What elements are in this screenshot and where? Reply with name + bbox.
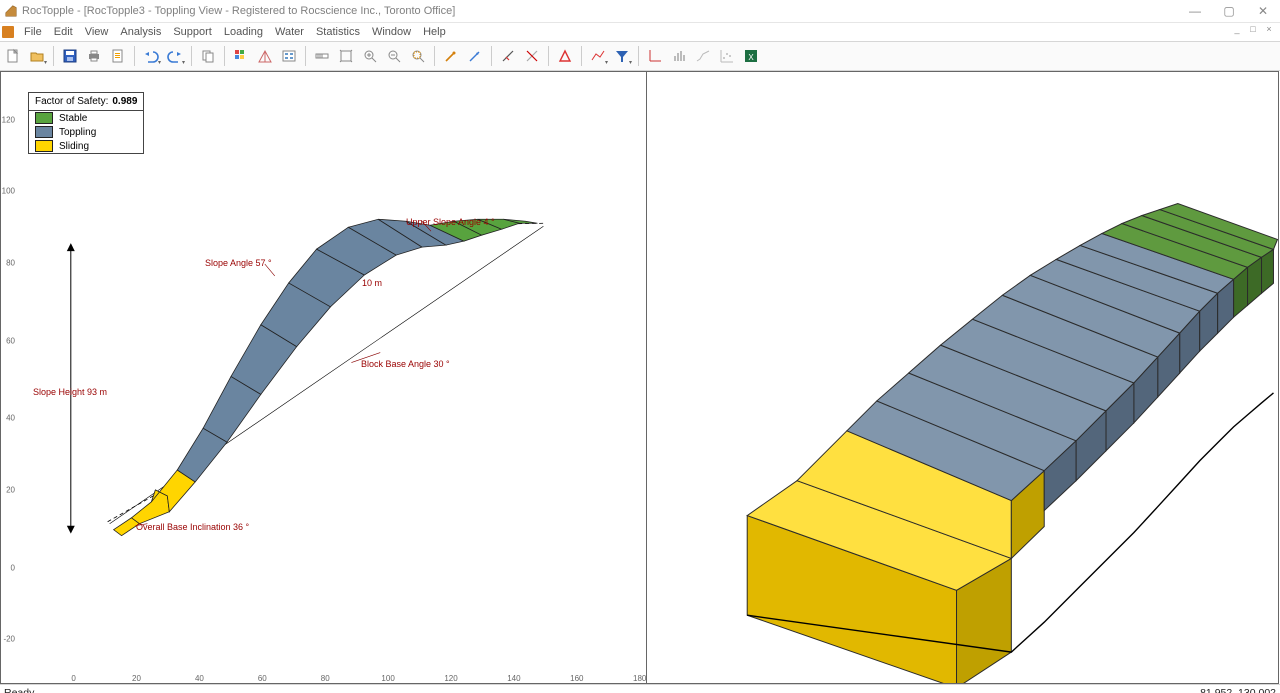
ytick: 120 [2, 115, 15, 124]
ytick: -20 [3, 635, 15, 644]
ytick: 40 [6, 414, 15, 423]
window-title: RocTopple - [RocTopple3 - Toppling View … [22, 5, 455, 17]
annot-base-angle: Block Base Angle 30 ° [361, 359, 450, 369]
toolbar-force[interactable] [464, 45, 486, 67]
xtick: 40 [195, 674, 204, 683]
status-ready: Ready [4, 687, 34, 693]
toolbar-redo[interactable] [164, 45, 186, 67]
xtick: 80 [321, 674, 330, 683]
legend-toppling: Toppling [59, 127, 96, 138]
xtick: 160 [570, 674, 583, 683]
toolbar-axes[interactable] [644, 45, 666, 67]
annot-slope-height: Slope Height 93 m [33, 387, 107, 397]
toolbar-zoom-all[interactable] [335, 45, 357, 67]
ytick: 80 [6, 259, 15, 268]
menu-loading[interactable]: Loading [218, 26, 269, 38]
toolbar-input-data[interactable] [278, 45, 300, 67]
xtick: 0 [71, 674, 75, 683]
menu-bar: File Edit View Analysis Support Loading … [0, 23, 1280, 41]
workspace: Factor of Safety: 0.989 Stable Toppling … [0, 71, 1280, 684]
axis-y: 120 100 80 60 40 20 0 -20 [1, 72, 17, 669]
toolbar-zoom-window[interactable] [407, 45, 429, 67]
minimize-button[interactable]: — [1178, 0, 1212, 22]
xtick: 20 [132, 674, 141, 683]
title-bar: RocTopple - [RocTopple3 - Toppling View … [0, 0, 1280, 23]
toolbar-support[interactable] [440, 45, 462, 67]
legend-stable: Stable [59, 113, 87, 124]
toolbar-ruler[interactable] [311, 45, 333, 67]
toolbar-grid-settings[interactable] [230, 45, 252, 67]
toolbar-report[interactable] [107, 45, 129, 67]
window-controls: — ▢ ✕ [1178, 0, 1280, 22]
toolbar-zoom-in[interactable] [359, 45, 381, 67]
menu-view[interactable]: View [79, 26, 115, 38]
menu-statistics[interactable]: Statistics [310, 26, 366, 38]
app-icon [4, 4, 18, 18]
ytick: 60 [6, 336, 15, 345]
app-menu-icon [2, 26, 14, 38]
legend-sliding: Sliding [59, 141, 89, 152]
xtick: 140 [507, 674, 520, 683]
annot-overall-incl: Overall Base Inclination 36 ° [136, 522, 249, 532]
toolbar-project-settings[interactable] [254, 45, 276, 67]
toolbar-bolt-add[interactable] [497, 45, 519, 67]
fos-label: Factor of Safety: [35, 96, 108, 107]
close-button[interactable]: ✕ [1246, 0, 1280, 22]
toolbar-sensitivity[interactable] [587, 45, 609, 67]
toolbar-undo[interactable] [140, 45, 162, 67]
svg-text:X: X [748, 53, 754, 62]
ytick: 20 [6, 485, 15, 494]
toppling-2d-graphic [17, 72, 646, 669]
xtick: 120 [444, 674, 457, 683]
toolbar-cumulative[interactable] [692, 45, 714, 67]
main-toolbar: X [0, 41, 1280, 71]
annot-spacing: 10 m [362, 278, 382, 288]
menu-window[interactable]: Window [366, 26, 417, 38]
maximize-button[interactable]: ▢ [1212, 0, 1246, 22]
toolbar-zoom-out[interactable] [383, 45, 405, 67]
mdi-close-button[interactable]: × [1262, 23, 1276, 35]
toolbar-save[interactable] [59, 45, 81, 67]
toolbar-bolt-remove[interactable] [521, 45, 543, 67]
toolbar-print[interactable] [83, 45, 105, 67]
toolbar-copy[interactable] [197, 45, 219, 67]
annot-slope-angle: Slope Angle 57 ° [205, 258, 272, 268]
mdi-window-controls: _ □ × [1230, 23, 1276, 35]
fos-value: 0.989 [112, 96, 137, 107]
status-bar: Ready 81.952, 130.002 [0, 684, 1280, 693]
xtick: 100 [381, 674, 394, 683]
ytick: 0 [11, 563, 15, 572]
toolbar-scatter[interactable] [716, 45, 738, 67]
annot-upper-angle: Upper Slope Angle 4 ° [406, 217, 495, 227]
menu-edit[interactable]: Edit [48, 26, 79, 38]
mdi-maximize-button[interactable]: □ [1246, 23, 1260, 35]
toolbar-open[interactable] [26, 45, 48, 67]
pane-3d[interactable] [647, 71, 1279, 684]
menu-water[interactable]: Water [269, 26, 310, 38]
toolbar-new[interactable] [2, 45, 24, 67]
xtick: 60 [258, 674, 267, 683]
ytick: 100 [2, 187, 15, 196]
toolbar-histogram[interactable] [668, 45, 690, 67]
menu-file[interactable]: File [18, 26, 48, 38]
menu-support[interactable]: Support [167, 26, 218, 38]
mdi-minimize-button[interactable]: _ [1230, 23, 1244, 35]
xtick: 180 [633, 674, 646, 683]
menu-analysis[interactable]: Analysis [114, 26, 167, 38]
toolbar-water[interactable] [554, 45, 576, 67]
status-coords: 81.952, 130.002 [1200, 687, 1276, 693]
toolbar-excel[interactable]: X [740, 45, 762, 67]
axis-x: 0 20 40 60 80 100 120 140 160 180 [17, 669, 646, 683]
toolbar-statistics[interactable] [611, 45, 633, 67]
legend-box: Factor of Safety: 0.989 Stable Toppling … [28, 92, 144, 154]
pane-2d[interactable]: Factor of Safety: 0.989 Stable Toppling … [0, 71, 647, 684]
menu-help[interactable]: Help [417, 26, 452, 38]
